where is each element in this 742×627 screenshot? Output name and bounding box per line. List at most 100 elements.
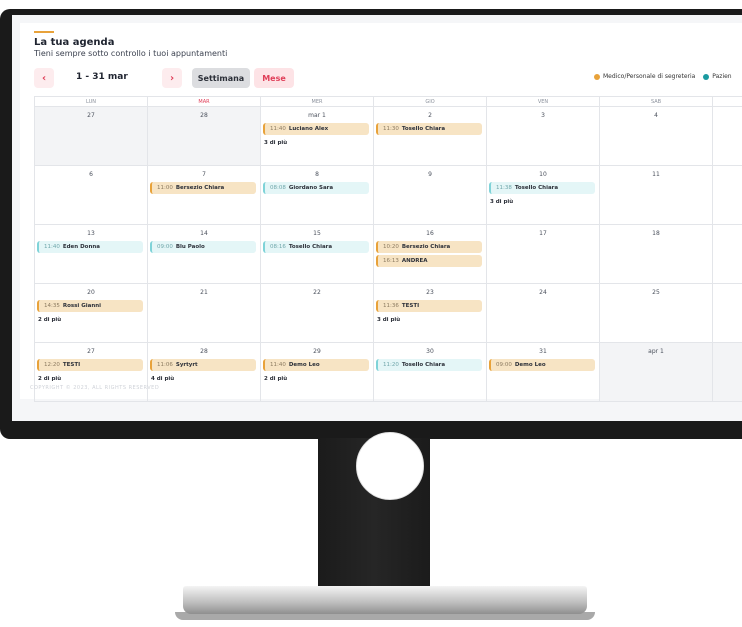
calendar-day-cell[interactable]: 20 14:35 Rossi Gianni 2 di più — [35, 284, 148, 343]
calendar-day-cell[interactable]: 31 09:00 Demo Leo — [487, 343, 600, 402]
more-appointments-link[interactable]: 3 di più — [264, 140, 287, 146]
appointment-chip[interactable]: 11:06 Syrtyrt — [150, 359, 256, 371]
monitor-stand-base — [183, 586, 587, 614]
calendar-day-cell[interactable]: apr 1 — [600, 343, 713, 402]
calendar-day-cell[interactable]: 10 11:38 Tosello Chiara 3 di più — [487, 166, 600, 225]
more-appointments-link[interactable]: 3 di più — [490, 199, 513, 205]
appointment-chip[interactable]: 16:13 ANDREA — [376, 255, 482, 267]
more-appointments-link[interactable]: 2 di più — [38, 317, 61, 323]
appointment-name: Bersezio Chiara — [401, 244, 451, 250]
appointment-chip[interactable]: 11:40 Luciano Alex — [263, 123, 369, 135]
appointment-chip[interactable]: 11:36 TESTI — [376, 300, 482, 312]
calendar-day-cell[interactable]: 18 — [600, 225, 713, 284]
appointment-name: Tosello Chiara — [288, 244, 333, 250]
calendar-day-cell[interactable]: 11 — [600, 166, 713, 225]
week-view-button[interactable]: Settimana — [192, 68, 250, 88]
day-number: 27 — [87, 348, 95, 355]
calendar-day-cell[interactable]: 2 11:30 Tosello Chiara — [374, 107, 487, 166]
appointment-chip[interactable]: 11:40 Eden Donna — [37, 241, 143, 253]
calendar-day-cell[interactable] — [713, 225, 742, 284]
calendar-day-cell[interactable]: mar 1 11:40 Luciano Alex 3 di più — [261, 107, 374, 166]
appointment-time: 11:40 — [270, 362, 286, 368]
more-appointments-link[interactable]: 3 di più — [377, 317, 400, 323]
appointment-name: TESTI — [62, 362, 81, 368]
appointment-chip[interactable]: 11:20 Tosello Chiara — [376, 359, 482, 371]
calendar-grid: 27 28 mar 1 11:40 Luciano Alex 3 di più 2 11:30… — [35, 107, 742, 402]
more-appointments-link[interactable]: 2 di più — [264, 376, 287, 382]
appointment-chip[interactable]: 11:00 Bersezio Chiara — [150, 182, 256, 194]
appointment-time: 08:08 — [270, 185, 286, 191]
calendar-day-cell[interactable]: 22 — [261, 284, 374, 343]
prev-month-button[interactable]: ‹ — [34, 68, 54, 88]
next-month-button[interactable]: › — [162, 68, 182, 88]
calendar-day-cell[interactable]: 24 — [487, 284, 600, 343]
day-number: 3 — [541, 112, 545, 119]
appointment-time: 11:06 — [157, 362, 173, 368]
appointment-chip[interactable]: 11:38 Tosello Chiara — [489, 182, 595, 194]
calendar-day-cell[interactable]: 23 11:36 TESTI 3 di più — [374, 284, 487, 343]
calendar-day-cell[interactable]: 7 11:00 Bersezio Chiara — [148, 166, 261, 225]
calendar-day-cell[interactable]: 30 11:20 Tosello Chiara — [374, 343, 487, 402]
calendar-day-cell[interactable]: 17 — [487, 225, 600, 284]
doctor-legend-dot — [594, 73, 600, 80]
day-number: 11 — [652, 171, 660, 178]
calendar-day-cell[interactable]: 27 — [35, 107, 148, 166]
appointment-name: Luciano Alex — [288, 126, 329, 132]
appointment-chip[interactable]: 08:16 Tosello Chiara — [263, 241, 369, 253]
day-number: apr 1 — [648, 348, 664, 355]
day-number: 8 — [315, 171, 319, 178]
weekday-header: MER — [261, 97, 374, 107]
appointment-name: Bersezio Chiara — [175, 185, 225, 191]
calendar-day-cell[interactable]: 29 11:40 Demo Leo 2 di più — [261, 343, 374, 402]
appointment-chip[interactable]: 10:20 Bersezio Chiara — [376, 241, 482, 253]
calendar-day-cell[interactable]: 28 — [148, 107, 261, 166]
calendar-day-cell[interactable]: 3 — [487, 107, 600, 166]
calendar-day-cell[interactable]: 8 08:08 Giordano Sara — [261, 166, 374, 225]
appointment-chip[interactable]: 08:08 Giordano Sara — [263, 182, 369, 194]
appointment-time: 11:00 — [157, 185, 173, 191]
calendar-day-cell[interactable]: 4 — [600, 107, 713, 166]
appointment-chip[interactable]: 14:35 Rossi Gianni — [37, 300, 143, 312]
calendar-day-cell[interactable]: 15 08:16 Tosello Chiara — [261, 225, 374, 284]
page-title: La tua agenda — [34, 37, 115, 48]
month-view-button[interactable]: Mese — [254, 68, 294, 88]
day-number: 7 — [202, 171, 206, 178]
calendar-day-cell[interactable]: 21 — [148, 284, 261, 343]
calendar-day-cell[interactable] — [713, 107, 742, 166]
calendar-day-cell[interactable] — [713, 343, 742, 402]
day-number: 4 — [654, 112, 658, 119]
appointment-time: 11:40 — [270, 126, 286, 132]
appointment-time: 11:36 — [383, 303, 399, 309]
more-appointments-link[interactable]: 4 di più — [151, 376, 174, 382]
title-accent — [34, 31, 54, 33]
calendar-day-cell[interactable]: 9 — [374, 166, 487, 225]
calendar-day-cell[interactable]: 25 — [600, 284, 713, 343]
calendar-day-cell[interactable]: 13 11:40 Eden Donna — [35, 225, 148, 284]
calendar-day-cell[interactable]: 16 10:20 Bersezio Chiara 16:13 ANDREA — [374, 225, 487, 284]
day-number: 24 — [539, 289, 547, 296]
day-number: 23 — [426, 289, 434, 296]
appointment-time: 16:13 — [383, 258, 399, 264]
calendar-week-row: 6 7 11:00 Bersezio Chiara 8 08:08 Giordano Sar… — [35, 166, 742, 225]
appointment-chip[interactable]: 12:20 TESTI — [37, 359, 143, 371]
chevron-left-icon: ‹ — [41, 72, 47, 84]
appointment-chip[interactable]: 11:30 Tosello Chiara — [376, 123, 482, 135]
calendar-day-cell[interactable]: 14 09:00 Blu Paolo — [148, 225, 261, 284]
day-number: 21 — [200, 289, 208, 296]
appointment-name: Giordano Sara — [288, 185, 334, 191]
appointment-chip[interactable]: 11:40 Demo Leo — [263, 359, 369, 371]
calendar-day-cell[interactable] — [713, 284, 742, 343]
day-number: 10 — [539, 171, 547, 178]
calendar-day-cell[interactable] — [713, 166, 742, 225]
day-number: 6 — [89, 171, 93, 178]
more-appointments-link[interactable]: 2 di più — [38, 376, 61, 382]
calendar-day-cell[interactable]: 27 12:20 TESTI 2 di più — [35, 343, 148, 402]
calendar-day-cell[interactable]: 28 11:06 Syrtyrt 4 di più — [148, 343, 261, 402]
day-number: 20 — [87, 289, 95, 296]
calendar-toolbar: ‹ 1 - 31 mar › Settimana Mese Medico/Per… — [34, 68, 742, 88]
appointment-chip[interactable]: 09:00 Blu Paolo — [150, 241, 256, 253]
appointment-name: ANDREA — [401, 258, 428, 264]
month-calendar: LUNMARMERGIOVENSABDOM 2728mar 111:40Luci… — [34, 96, 742, 402]
calendar-day-cell[interactable]: 6 — [35, 166, 148, 225]
appointment-chip[interactable]: 09:00 Demo Leo — [489, 359, 595, 371]
